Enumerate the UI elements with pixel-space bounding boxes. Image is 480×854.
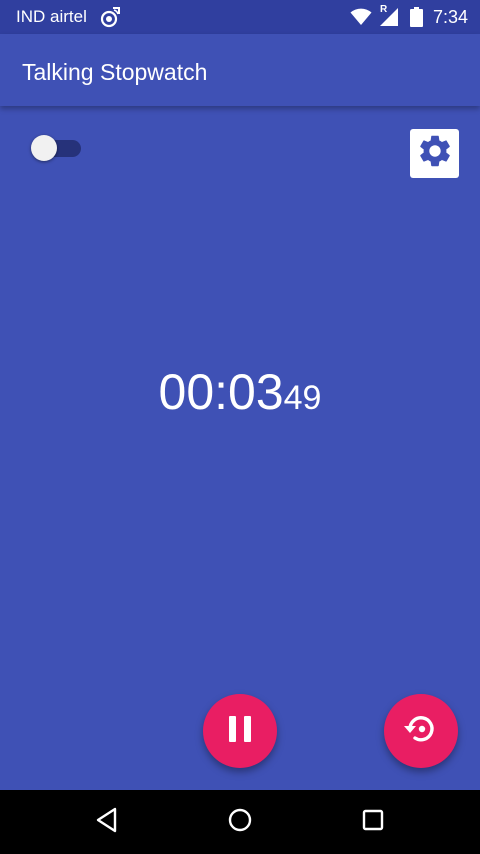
nav-back-button[interactable] <box>87 802 127 842</box>
nav-recents-button[interactable] <box>353 802 393 842</box>
timer-centiseconds: 49 <box>283 379 322 417</box>
timer-display: 00:0349 <box>0 362 480 435</box>
gear-icon <box>416 132 454 175</box>
voice-toggle-switch[interactable] <box>31 135 83 161</box>
carrier-name: IND airtel <box>16 7 87 26</box>
battery-icon <box>409 7 423 27</box>
carrier-notification-icon <box>99 6 123 28</box>
toggle-thumb <box>31 135 57 161</box>
screen: IND airtel R 7:34 Talking Stopwatch 00:0… <box>0 0 480 854</box>
recents-icon <box>361 808 385 837</box>
nav-home-button[interactable] <box>220 802 260 842</box>
pause-button[interactable] <box>203 694 277 768</box>
settings-button[interactable] <box>410 129 459 178</box>
pause-icon <box>227 715 253 748</box>
timer-main-digits: 00:03 <box>158 364 284 420</box>
status-clock: 7:34 <box>432 7 468 27</box>
app-title: Talking Stopwatch <box>22 59 208 85</box>
reset-icon <box>401 709 441 754</box>
status-icons: R 7:34 <box>350 4 468 29</box>
status-bar: IND airtel R 7:34 <box>0 0 480 34</box>
app-bar: Talking Stopwatch <box>0 34 480 106</box>
signal-icon: R <box>378 4 400 27</box>
navigation-bar <box>0 790 480 854</box>
wifi-icon <box>350 8 372 26</box>
roaming-indicator: R <box>379 4 388 15</box>
back-icon <box>95 807 119 838</box>
reset-button[interactable] <box>384 694 458 768</box>
home-icon <box>227 807 253 838</box>
